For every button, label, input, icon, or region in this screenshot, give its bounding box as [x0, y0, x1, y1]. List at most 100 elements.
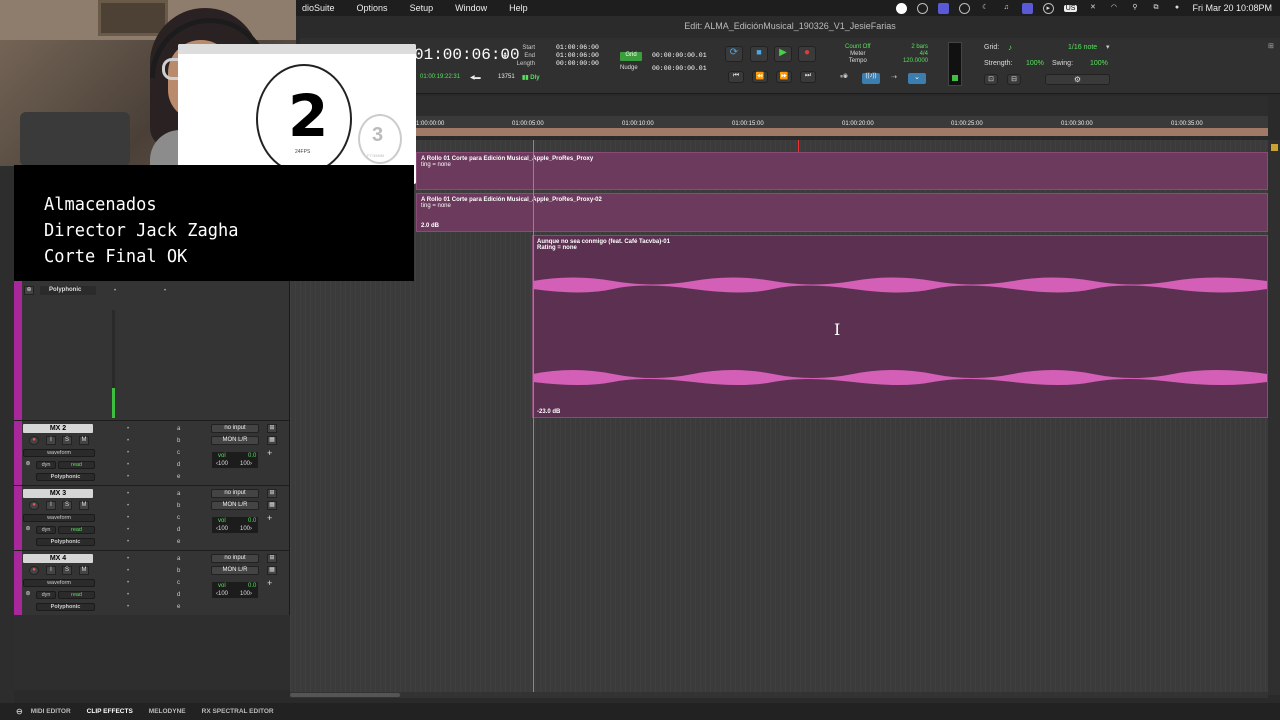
- send-c[interactable]: c: [177, 512, 180, 524]
- bluetooth-off-icon[interactable]: ✕: [1087, 3, 1098, 14]
- view-selector[interactable]: waveform: [23, 449, 95, 457]
- dyn-label[interactable]: dyn: [36, 461, 56, 469]
- output-selector[interactable]: MON L/R: [211, 436, 259, 445]
- loop-icon[interactable]: ⟳: [725, 46, 743, 62]
- voice-selector[interactable]: Polyphonic: [36, 603, 95, 611]
- meter-value[interactable]: 4/4: [902, 51, 928, 58]
- view-selector[interactable]: waveform: [23, 514, 95, 522]
- nudge-arrow-icon[interactable]: ◀▬: [470, 74, 481, 81]
- tab-melodyne[interactable]: MELODYNE: [149, 708, 186, 715]
- add-icon[interactable]: +: [267, 578, 272, 588]
- headphones-icon[interactable]: ♫: [1001, 3, 1012, 14]
- send-c[interactable]: c: [177, 447, 180, 459]
- track-mx4[interactable]: MX 4 ● I S M waveform ⊛ dyn read Polypho…: [14, 550, 290, 615]
- moon-icon[interactable]: ☾: [980, 3, 991, 14]
- grid-panel-value[interactable]: 1/16 note: [1068, 44, 1097, 51]
- pan-left[interactable]: ‹100: [216, 526, 228, 532]
- send-a[interactable]: a: [177, 488, 180, 500]
- length-field[interactable]: 00:00:00:00: [556, 60, 599, 68]
- volume-pan-box[interactable]: vol 0.0 ‹100 100›: [211, 581, 259, 599]
- output-window-icon[interactable]: ▦: [267, 501, 277, 510]
- insert-icon[interactable]: ⊞: [267, 424, 277, 433]
- menu-clock[interactable]: Fri Mar 20 10:08PM: [1192, 3, 1272, 13]
- tab-clip-effects[interactable]: CLIP EFFECTS: [87, 708, 133, 715]
- video-clip-2[interactable]: A Rollo 01 Corte para Edición Musical_Ap…: [416, 193, 1268, 232]
- conductor-icon[interactable]: ⇢: [885, 73, 903, 84]
- voice-selector[interactable]: Polyphonic: [36, 473, 95, 481]
- keyboard-layout[interactable]: US: [1063, 4, 1078, 12]
- audio-clip[interactable]: Aunque no sea conmigo (feat. Café Tacvba…: [532, 235, 1268, 418]
- note-icon[interactable]: ♪: [1008, 43, 1012, 52]
- horizontal-scrollbar[interactable]: [290, 692, 1268, 698]
- output-window-icon[interactable]: ▦: [267, 566, 277, 575]
- siri-icon[interactable]: ●: [1171, 3, 1182, 14]
- input-selector[interactable]: no input: [211, 554, 259, 563]
- menu-help[interactable]: Help: [509, 3, 528, 13]
- vol-value[interactable]: 0.0: [248, 518, 256, 524]
- metronome-icon[interactable]: ⌄: [908, 73, 926, 84]
- wifi-icon[interactable]: ◠: [1108, 3, 1119, 14]
- rewind-icon[interactable]: ⏪: [752, 71, 768, 83]
- send-b[interactable]: b: [177, 500, 180, 512]
- record-icon[interactable]: ●: [798, 46, 816, 62]
- send-d[interactable]: d: [177, 524, 180, 536]
- pan-right[interactable]: 100›: [240, 526, 252, 532]
- automation-mode[interactable]: read: [58, 461, 95, 469]
- video-clip-1[interactable]: A Rollo 01 Corte para Edición Musical_Ap…: [416, 152, 1268, 190]
- mute-button[interactable]: M: [79, 501, 89, 510]
- playhead[interactable]: [533, 140, 534, 695]
- count-bars[interactable]: 2 bars: [902, 44, 928, 51]
- vertical-scrollbar[interactable]: [1268, 140, 1280, 695]
- stop-icon[interactable]: ■: [750, 46, 768, 62]
- insert-icon[interactable]: ⊞: [267, 554, 277, 563]
- input-monitor-button[interactable]: I: [46, 566, 56, 575]
- play-icon[interactable]: ▶: [774, 46, 792, 62]
- output-window-icon[interactable]: ▦: [267, 436, 277, 445]
- pan-left[interactable]: ‹100: [216, 461, 228, 467]
- input-monitor-button[interactable]: I: [46, 436, 56, 445]
- edit-window[interactable]: A Rollo 01 Corte para Edición Musical_Ap…: [290, 140, 1268, 695]
- volume-pan-box[interactable]: vol 0.0 ‹100 100›: [211, 516, 259, 534]
- send-b[interactable]: b: [177, 565, 180, 577]
- count-off-toggle[interactable]: Count Off: [845, 44, 871, 51]
- record-arm-button[interactable]: ●: [29, 436, 39, 445]
- dyn-label[interactable]: dyn: [36, 526, 56, 534]
- swing-value[interactable]: 100%: [1090, 60, 1108, 67]
- vol-value[interactable]: 0.0: [248, 453, 256, 459]
- menu-setup[interactable]: Setup: [410, 3, 434, 13]
- grid-dropdown-icon[interactable]: ▾: [1106, 43, 1110, 51]
- tab-midi-editor[interactable]: MIDI EDITOR: [31, 708, 71, 715]
- delay-compensation[interactable]: ▮▮ Dly: [522, 74, 540, 81]
- fast-forward-icon[interactable]: ⏩: [776, 71, 792, 83]
- solo-button[interactable]: S: [62, 436, 72, 445]
- add-icon[interactable]: +: [267, 448, 272, 458]
- track-input-icon[interactable]: ⊕: [24, 286, 34, 295]
- send-b[interactable]: b: [177, 435, 180, 447]
- pan-right[interactable]: 100›: [240, 591, 252, 597]
- solo-button[interactable]: S: [62, 566, 72, 575]
- automation-mode[interactable]: read: [58, 591, 95, 599]
- solo-button[interactable]: S: [62, 501, 72, 510]
- window-icon[interactable]: [1021, 2, 1033, 14]
- voice-selector[interactable]: Polyphonic: [36, 538, 95, 546]
- menu-window[interactable]: Window: [455, 3, 487, 13]
- input-selector[interactable]: no input: [211, 424, 259, 433]
- automation-mode[interactable]: read: [58, 526, 95, 534]
- view-selector[interactable]: waveform: [23, 579, 95, 587]
- track-mx2[interactable]: MX 2 ● I S M waveform ⊛ dyn read Polypho…: [14, 420, 290, 485]
- send-e[interactable]: e: [177, 471, 180, 483]
- play-circle-icon[interactable]: ▸: [1042, 2, 1054, 14]
- tab-rx-spectral-editor[interactable]: RX SPECTRAL EDITOR: [202, 708, 274, 715]
- track-mx3[interactable]: MX 3 ● I S M waveform ⊛ dyn read Polypho…: [14, 485, 290, 550]
- record-arm-button[interactable]: ●: [29, 501, 39, 510]
- tempo-value[interactable]: 120.0000: [902, 58, 928, 65]
- track-name[interactable]: MX 4: [23, 554, 93, 563]
- send-d[interactable]: d: [177, 459, 180, 471]
- send-c[interactable]: c: [177, 577, 180, 589]
- vpn-icon[interactable]: [958, 2, 970, 14]
- track-name[interactable]: MX 2: [23, 424, 93, 433]
- go-to-end-icon[interactable]: ⏭: [800, 71, 816, 83]
- creative-cloud-icon[interactable]: [916, 2, 928, 14]
- send-a[interactable]: a: [177, 553, 180, 565]
- menu-options[interactable]: Options: [357, 3, 388, 13]
